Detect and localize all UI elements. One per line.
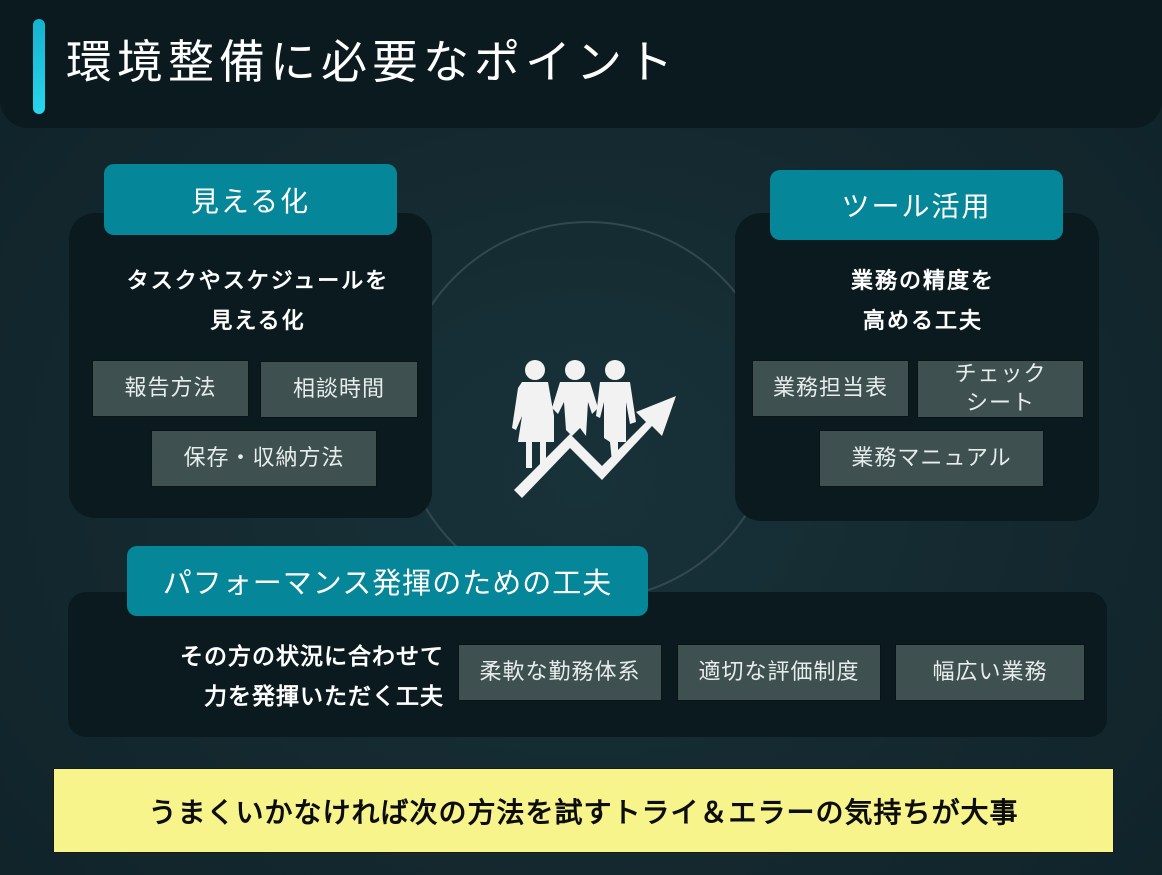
chip-duty-chart: 業務担当表 xyxy=(752,360,909,417)
performance-lead: その方の状況に合わせて 力を発揮いただく工夫 xyxy=(120,637,444,717)
chip-check-sheet-line1: チェック xyxy=(954,362,1047,387)
tools-tab-label: ツール活用 xyxy=(841,190,992,223)
tools-lead-line1: 業務の精度を xyxy=(850,269,995,294)
chip-report-method: 報告方法 xyxy=(92,360,249,417)
footer-message: うまくいかなければ次の方法を試すトライ＆エラーの気持ちが大事 xyxy=(148,795,1019,829)
chip-check-sheet: チェック シート xyxy=(917,360,1084,418)
chip-check-sheet-line2: シート xyxy=(965,391,1035,416)
visualize-tab-label: 見える化 xyxy=(190,184,311,218)
chip-storage-method: 保存・収納方法 xyxy=(151,430,377,487)
tools-lead-line2: 高める工夫 xyxy=(862,309,983,334)
visualize-lead: タスクやスケジュールを 見える化 xyxy=(80,262,436,342)
performance-tab: パフォーマンス発揮のための工夫 xyxy=(127,546,648,616)
performance-tab-label: パフォーマンス発揮のための工夫 xyxy=(162,566,613,600)
team-growth-icon-svg xyxy=(512,360,676,498)
team-growth-icon xyxy=(510,358,682,500)
chip-consult-time: 相談時間 xyxy=(260,361,418,418)
performance-lead-line2: 力を発揮いただく工夫 xyxy=(204,684,444,710)
tools-tab: ツール活用 xyxy=(770,170,1063,240)
page-title: 環境整備に必要なポイント xyxy=(66,35,678,89)
chip-fair-evaluation: 適切な評価制度 xyxy=(677,644,881,701)
accent-bar xyxy=(33,19,45,114)
chip-flexible-work: 柔軟な勤務体系 xyxy=(458,644,662,701)
visualize-lead-line2: 見える化 xyxy=(210,309,306,334)
visualize-tab: 見える化 xyxy=(104,164,397,235)
visualize-lead-line1: タスクやスケジュールを xyxy=(126,269,390,294)
chip-broad-duties: 幅広い業務 xyxy=(895,644,1085,701)
tools-lead: 業務の精度を 高める工夫 xyxy=(742,262,1104,342)
chip-work-manual: 業務マニュアル xyxy=(819,430,1044,487)
performance-lead-line1: その方の状況に合わせて xyxy=(180,644,444,670)
footer-banner: うまくいかなければ次の方法を試すトライ＆エラーの気持ちが大事 xyxy=(53,768,1114,853)
header: 環境整備に必要なポイント xyxy=(0,0,1162,128)
